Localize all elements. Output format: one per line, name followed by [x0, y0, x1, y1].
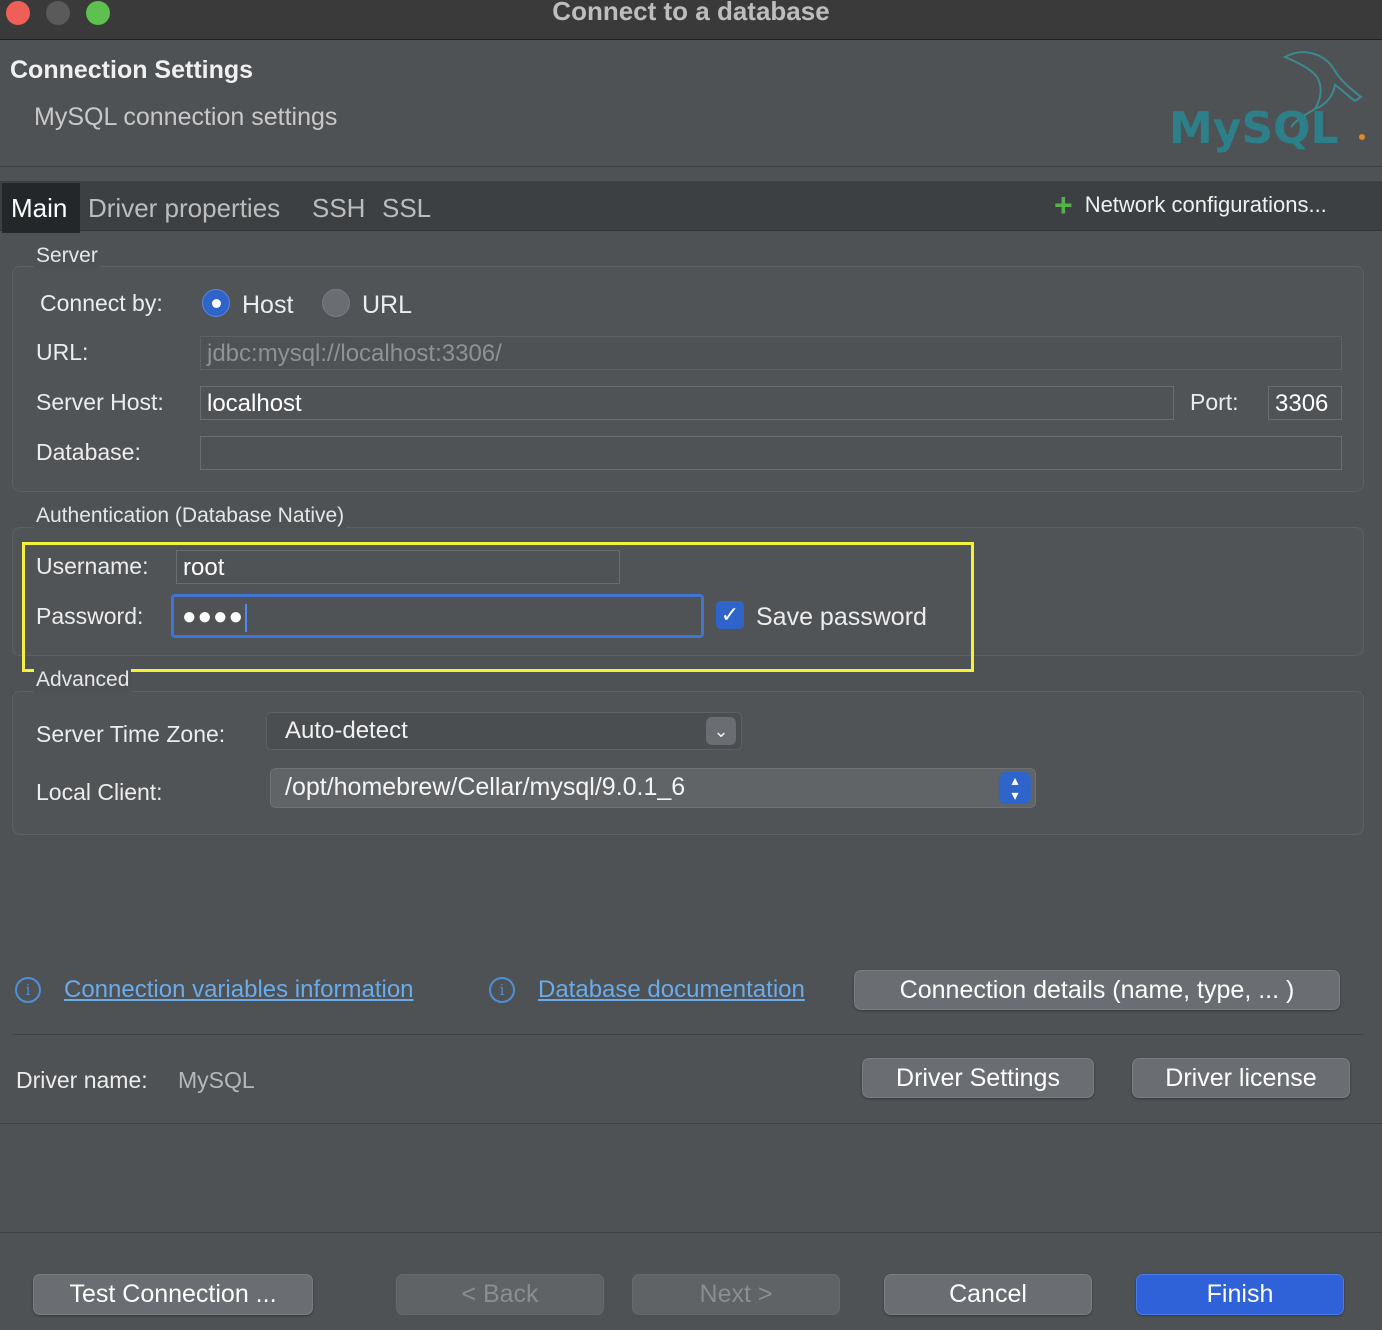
database-input[interactable]: [200, 436, 1342, 470]
advanced-group-title: Advanced: [34, 668, 132, 692]
mysql-logo: MySQL: [1169, 51, 1365, 154]
server-host-label: Server Host:: [36, 389, 164, 415]
server-host-input[interactable]: localhost: [200, 386, 1174, 420]
window-title: Connect to a database: [552, 0, 830, 26]
database-documentation-link[interactable]: Database documentation: [538, 976, 805, 1004]
driver-license-button[interactable]: Driver license: [1132, 1058, 1350, 1098]
network-configurations-label: Network configurations...: [1084, 192, 1327, 217]
driver-settings-button[interactable]: Driver Settings: [862, 1058, 1094, 1098]
logo-text: MySQL: [1169, 103, 1339, 154]
radio-url-label: URL: [362, 291, 413, 319]
url-field[interactable]: jdbc:mysql://localhost:3306/: [200, 336, 1342, 370]
back-button[interactable]: < Back: [396, 1274, 604, 1315]
local-client-value: /opt/homebrew/Cellar/mysql/9.0.1_6: [285, 773, 686, 801]
local-client-label: Local Client:: [36, 779, 163, 805]
radio-host-label: Host: [242, 291, 294, 319]
tab-ssl[interactable]: SSL: [382, 193, 431, 224]
local-client-select[interactable]: /opt/homebrew/Cellar/mysql/9.0.1_6: [270, 768, 1036, 808]
radio-host[interactable]: [202, 289, 230, 317]
highlight-box: [22, 542, 974, 672]
radio-url[interactable]: [322, 289, 350, 317]
up-down-chevron-icon[interactable]: ▴ ▾: [999, 772, 1031, 804]
footer-divider: [0, 1232, 1382, 1233]
driver-name-value: MySQL: [178, 1067, 255, 1093]
network-configurations-button[interactable]: + Network configurations...: [1054, 187, 1327, 223]
port-label: Port:: [1190, 389, 1239, 415]
tab-main[interactable]: Main: [2, 183, 80, 233]
connect-by-label: Connect by:: [40, 290, 163, 316]
divider: [12, 1034, 1364, 1035]
tab-ssh[interactable]: SSH: [312, 193, 365, 224]
server-group-title: Server: [34, 244, 100, 268]
tab-driver-properties[interactable]: Driver properties: [88, 193, 280, 224]
plus-icon: +: [1054, 187, 1073, 223]
port-input[interactable]: 3306: [1268, 386, 1342, 420]
finish-button[interactable]: Finish: [1136, 1274, 1344, 1315]
cancel-button[interactable]: Cancel: [884, 1274, 1092, 1315]
test-connection-button[interactable]: Test Connection ...: [33, 1274, 313, 1315]
info-icon: i: [15, 977, 41, 1003]
info-icon: i: [489, 977, 515, 1003]
url-label: URL:: [36, 339, 89, 365]
page-title: Connection Settings: [10, 56, 254, 84]
timezone-value: Auto-detect: [285, 717, 408, 744]
database-label: Database:: [36, 439, 141, 465]
auth-group-title: Authentication (Database Native): [34, 504, 347, 528]
connection-variables-link[interactable]: Connection variables information: [64, 976, 414, 1004]
driver-name-label: Driver name:: [16, 1067, 148, 1093]
connection-details-button[interactable]: Connection details (name, type, ... ): [854, 970, 1340, 1010]
timezone-combo[interactable]: Auto-detect: [266, 712, 742, 750]
page-subtitle: MySQL connection settings: [34, 103, 338, 131]
next-button[interactable]: Next >: [632, 1274, 840, 1315]
timezone-label: Server Time Zone:: [36, 721, 226, 747]
chevron-down-icon[interactable]: ⌄: [706, 717, 736, 745]
